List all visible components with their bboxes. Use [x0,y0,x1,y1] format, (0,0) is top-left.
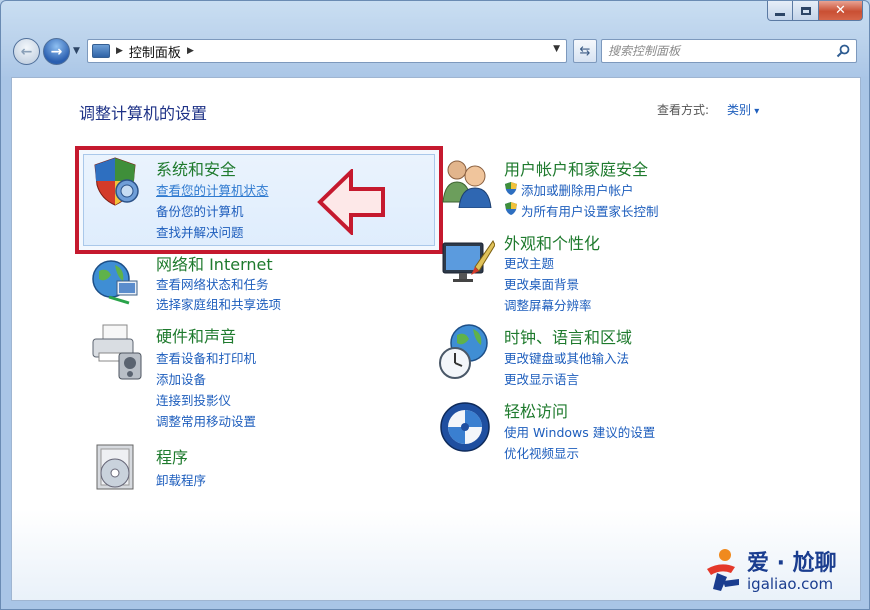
category-title-programs[interactable]: 程序 [156,444,188,468]
watermark: 爱 · 尬聊 igaliao.com [701,543,863,603]
minimize-button[interactable] [767,1,793,21]
back-button[interactable]: ← [13,38,40,65]
watermark-logo-icon [707,549,739,591]
system-security-shield-icon[interactable] [89,155,141,207]
breadcrumb-separator-icon[interactable]: ▶ [187,46,194,56]
link-add-device[interactable]: 添加设备 [156,369,206,388]
category-title-network-internet[interactable]: 网络和 Internet [156,251,273,275]
search-box[interactable] [601,39,857,63]
link-mobility-settings[interactable]: 调整常用移动设置 [156,411,256,430]
history-dropdown-icon[interactable]: ▼ [73,46,80,56]
clock-globe-icon[interactable] [437,323,493,381]
link-add-remove-users[interactable]: 添加或删除用户帐户 [521,180,634,199]
link-parental-controls[interactable]: 为所有用户设置家长控制 [521,201,659,220]
close-button[interactable]: ✕ [819,1,863,21]
network-globe-icon[interactable] [89,255,143,307]
link-find-fix-problems[interactable]: 查找并解决问题 [156,222,244,241]
category-title-hardware-sound[interactable]: 硬件和声音 [156,323,236,347]
link-devices-printers[interactable]: 查看设备和打印机 [156,348,256,367]
search-icon[interactable] [836,44,850,58]
programs-disc-icon[interactable] [91,441,141,493]
navigation-bar: ← → ▼ ▶ 控制面板 ▶ ▼ ⇆ [11,37,861,67]
page-title: 调整计算机的设置 [79,104,208,123]
link-screen-resolution[interactable]: 调整屏幕分辨率 [504,295,592,314]
link-optimize-video[interactable]: 优化视频显示 [504,443,579,462]
watermark-cn-text: 爱 · 尬聊 [747,551,837,576]
breadcrumb-separator-icon[interactable]: ▶ [116,46,123,56]
caption-buttons: ✕ [767,1,863,21]
link-connect-projector[interactable]: 连接到投影仪 [156,390,231,409]
category-title-system-security[interactable]: 系统和安全 [156,156,236,180]
link-windows-suggested-settings[interactable]: 使用 Windows 建议的设置 [504,422,655,441]
appearance-monitor-icon[interactable] [441,237,495,289]
users-icon[interactable] [441,156,495,208]
breadcrumb-control-panel[interactable]: 控制面板 [129,42,181,61]
minimize-icon [775,13,785,16]
category-title-clock-language-region[interactable]: 时钟、语言和区域 [504,324,632,348]
view-by-dropdown[interactable]: 类别 [727,101,759,118]
watermark-url-text: igaliao.com [747,575,834,593]
search-input[interactable] [608,41,828,61]
back-arrow-icon: ← [20,43,33,60]
link-uninstall-program[interactable]: 卸载程序 [156,470,206,489]
ease-of-access-icon[interactable] [439,401,491,453]
link-view-network-status[interactable]: 查看网络状态和任务 [156,274,269,293]
category-title-user-accounts[interactable]: 用户帐户和家庭安全 [504,156,648,180]
link-backup-computer[interactable]: 备份您的计算机 [156,201,244,220]
control-panel-icon [92,44,110,58]
link-change-theme[interactable]: 更改主题 [504,253,554,272]
link-desktop-background[interactable]: 更改桌面背景 [504,274,579,293]
refresh-button[interactable]: ⇆ [573,39,597,63]
maximize-button[interactable] [793,1,819,21]
link-keyboard-input[interactable]: 更改键盘或其他输入法 [504,348,629,367]
category-title-ease-of-access[interactable]: 轻松访问 [504,398,568,422]
link-display-language[interactable]: 更改显示语言 [504,369,579,388]
uac-shield-icon [505,202,517,215]
address-dropdown-icon[interactable]: ▼ [553,44,560,54]
explorer-window: ✕ ← → ▼ ▶ 控制面板 ▶ ▼ ⇆ 调整计算机的设置 查看方式: 类别 [0,0,870,610]
maximize-icon [800,6,811,15]
forward-button[interactable]: → [43,38,70,65]
uac-shield-icon [505,182,517,195]
forward-arrow-icon: → [50,43,63,60]
link-homegroup-sharing[interactable]: 选择家庭组和共享选项 [156,294,281,313]
pointer-arrow-icon [317,169,385,235]
close-icon: ✕ [835,3,846,18]
printer-icon[interactable] [89,323,145,381]
view-by-label: 查看方式: [657,103,710,117]
category-title-appearance[interactable]: 外观和个性化 [504,230,600,254]
address-bar[interactable]: ▶ 控制面板 ▶ ▼ [87,39,567,63]
link-view-computer-status[interactable]: 查看您的计算机状态 [156,180,269,199]
refresh-icon: ⇆ [579,43,591,59]
